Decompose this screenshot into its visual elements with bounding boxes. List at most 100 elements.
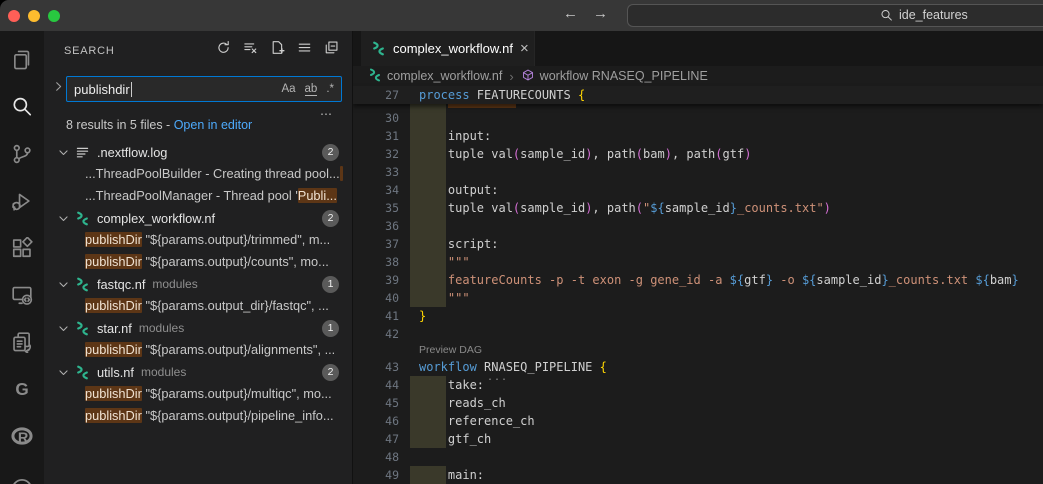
code-line[interactable]: 36 (353, 217, 1043, 235)
code-editor[interactable]: 27process FEATURECOUNTS { 3031 input:32 … (353, 86, 1043, 484)
codelens-preview-dag[interactable]: Preview DAG (353, 343, 1043, 358)
refresh-button[interactable] (214, 41, 232, 59)
search-result-match-row[interactable]: publishDir "${params.output}/alignments"… (44, 339, 352, 361)
nextflow-file-icon (75, 211, 91, 226)
activity-bar: GR (0, 31, 44, 484)
code-line[interactable]: 43workflow RNASEQ_PIPELINE {... (353, 358, 1043, 376)
search-result-match-row[interactable]: publishDir "${params.output}/counts", mo… (44, 251, 352, 273)
code-line[interactable]: 38 """ (353, 253, 1043, 271)
search-result-file-row[interactable]: utils.nfmodules2 (44, 361, 352, 383)
code-line[interactable]: 33 (353, 163, 1043, 181)
breadcrumb-item[interactable]: workflow RNASEQ_PIPELINE (521, 68, 708, 85)
search-result-match-row[interactable]: ...ThreadPoolBuilder - Creating thread p… (44, 163, 352, 185)
line-number: 32 (353, 145, 399, 163)
match-highlight: Publi... (298, 188, 337, 203)
view-as-list-icon (297, 40, 312, 60)
code-line[interactable]: 37 script: (353, 235, 1043, 253)
line-number: 40 (353, 289, 399, 307)
activity-item-remote-explorer[interactable] (0, 271, 44, 318)
r-language-icon: R (11, 425, 33, 447)
search-result-match-row[interactable]: publishDir "${params.output}/trimmed", m… (44, 229, 352, 251)
activity-item-run-debug[interactable] (0, 177, 44, 224)
activity-item-gitlens[interactable]: G (0, 365, 44, 412)
panel-title: SEARCH (64, 45, 115, 57)
search-result-match-row[interactable]: publishDir "${params.output}/pipeline_in… (44, 405, 352, 427)
code-line[interactable]: 32 tuple val(sample_id), path(bam), path… (353, 145, 1043, 163)
search-result-file-row[interactable]: complex_workflow.nf2 (44, 207, 352, 229)
zoom-window-button[interactable] (48, 10, 60, 22)
nav-back-button[interactable]: ← (563, 5, 578, 22)
sticky-scroll-line[interactable]: 27process FEATURECOUNTS { (353, 86, 1043, 104)
symbol-workflow-icon (521, 68, 535, 85)
code-line[interactable]: 44 take: (353, 376, 1043, 394)
traffic-lights (8, 10, 60, 22)
chevron-right-icon (52, 80, 65, 98)
source-control-icon (11, 143, 33, 165)
minimize-window-button[interactable] (28, 10, 40, 22)
code-line[interactable]: 49 main: (353, 466, 1043, 484)
code-line[interactable]: 45 reads_ch (353, 394, 1043, 412)
close-window-button[interactable] (8, 10, 20, 22)
code-line[interactable]: 31 input: (353, 127, 1043, 145)
activity-item-live-share[interactable] (0, 318, 44, 365)
line-number: 48 (353, 448, 399, 466)
chevron-down-icon[interactable] (57, 146, 71, 159)
whole-word-toggle[interactable]: ab (305, 83, 318, 96)
explorer-icon (11, 49, 33, 71)
nextflow-file-icon (75, 321, 91, 336)
search-result-match-row[interactable]: publishDir "${params.output_dir}/fastqc"… (44, 295, 352, 317)
search-result-match-row[interactable]: publishDir "${params.output}/multiqc", m… (44, 383, 352, 405)
code-line[interactable]: 48 (353, 448, 1043, 466)
code-line[interactable]: 34 output: (353, 181, 1043, 199)
activity-item-extensions[interactable] (0, 224, 44, 271)
clear-results-button[interactable] (241, 41, 259, 59)
command-center[interactable]: ide_features (627, 4, 1043, 27)
search-result-match-row[interactable]: ...ThreadPoolManager - Thread pool 'Publ… (44, 185, 352, 207)
match-highlight: publishDir (85, 298, 142, 313)
search-input[interactable]: publishdir Aa ab .* (66, 76, 342, 102)
collapse-all-button[interactable] (322, 41, 340, 59)
clear-results-icon (243, 40, 258, 60)
chevron-down-icon[interactable] (57, 322, 71, 335)
search-result-file-row[interactable]: fastqc.nfmodules1 (44, 273, 352, 295)
chevron-down-icon[interactable] (57, 366, 71, 379)
close-tab-icon[interactable]: × (520, 41, 529, 56)
open-in-editor-link[interactable]: Open in editor (174, 118, 253, 132)
activity-item-r-language[interactable]: R (0, 412, 44, 459)
new-search-editor-button[interactable] (268, 41, 286, 59)
code-line[interactable]: 40 """ (353, 289, 1043, 307)
activity-item-explorer[interactable] (0, 36, 44, 83)
chevron-down-icon[interactable] (57, 278, 71, 291)
more-actions-button[interactable]: ⋯ (320, 107, 334, 121)
activity-item-account[interactable] (0, 459, 44, 484)
scope-highlight-band (410, 217, 446, 235)
code-line[interactable]: 46 reference_ch (353, 412, 1043, 430)
breadcrumb-item[interactable]: complex_workflow.nf (368, 68, 502, 85)
regex-toggle[interactable]: .* (326, 83, 334, 95)
nav-forward-button[interactable]: → (593, 5, 608, 22)
line-number: 27 (353, 86, 399, 104)
code-line[interactable]: 41} (353, 307, 1043, 325)
search-results-tree: .nextflow.log2...ThreadPoolBuilder - Cre… (44, 141, 352, 427)
scope-highlight-band (410, 163, 446, 181)
code-line[interactable]: 30 (353, 109, 1043, 127)
editor-group: complex_workflow.nf × complex_workflow.n… (353, 31, 1043, 484)
file-path-description: modules (141, 365, 186, 379)
code-line[interactable]: 35 tuple val(sample_id), path("${sample_… (353, 199, 1043, 217)
tab-complex-workflow[interactable]: complex_workflow.nf × (361, 31, 535, 66)
search-match-strip (448, 104, 516, 108)
toggle-replace-button[interactable] (50, 80, 66, 98)
activity-item-source-control[interactable] (0, 130, 44, 177)
code-line[interactable]: 42 (353, 325, 1043, 343)
file-name: .nextflow.log (97, 145, 167, 160)
search-result-file-row[interactable]: star.nfmodules1 (44, 317, 352, 339)
view-as-list-button[interactable] (295, 41, 313, 59)
search-result-file-row[interactable]: .nextflow.log2 (44, 141, 352, 163)
code-line[interactable]: 47 gtf_ch (353, 430, 1043, 448)
activity-item-search[interactable] (0, 83, 44, 130)
search-icon (880, 9, 893, 22)
match-case-toggle[interactable]: Aa (281, 83, 295, 95)
command-center-text: ide_features (899, 8, 968, 22)
chevron-down-icon[interactable] (57, 212, 71, 225)
code-line[interactable]: 39 featureCounts -p -t exon -g gene_id -… (353, 271, 1043, 289)
